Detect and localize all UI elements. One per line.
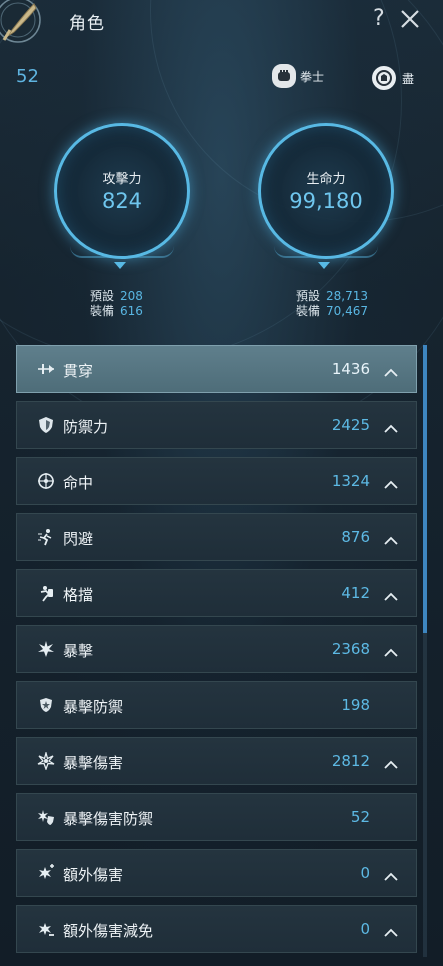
stat-value: 0 xyxy=(360,920,370,938)
realm-info: 盡 xyxy=(372,66,414,90)
stat-value: 2368 xyxy=(331,640,370,658)
stat-value: 876 xyxy=(341,528,370,546)
chevron-up-icon[interactable] xyxy=(384,363,398,377)
stat-name: 貫穿 xyxy=(63,362,94,380)
scrollbar-thumb[interactable] xyxy=(423,345,427,633)
stat-row[interactable]: 貫穿 1436 xyxy=(16,345,417,393)
stat-value: 1324 xyxy=(331,472,370,490)
health-label: 生命力 xyxy=(306,172,346,187)
chevron-up-icon[interactable] xyxy=(384,755,398,769)
health-circle: 生命力 99,180 xyxy=(258,123,394,259)
stat-value: 198 xyxy=(341,696,370,714)
stat-name: 暴擊 xyxy=(63,642,94,660)
stat-name: 防禦力 xyxy=(63,418,109,436)
attack-power-circle: 攻擊力 824 xyxy=(54,123,190,259)
critical-defense-icon xyxy=(37,696,55,714)
stat-value: 52 xyxy=(350,808,370,826)
attack-breakdown: 預設 208 裝備 616 xyxy=(90,289,143,319)
attack-base-label: 預設 xyxy=(90,289,115,303)
stat-name: 命中 xyxy=(63,474,94,492)
dodge-icon xyxy=(37,528,55,546)
chevron-up-icon[interactable] xyxy=(384,419,398,433)
close-icon[interactable] xyxy=(398,7,422,31)
chevron-up-icon[interactable] xyxy=(384,531,398,545)
character-level: 52 xyxy=(16,66,39,87)
window-title: 角色 xyxy=(69,14,105,34)
health-base-label: 預設 xyxy=(296,289,321,303)
health-circle-pointer xyxy=(318,262,330,269)
health-base-value: 28,713 xyxy=(326,289,369,303)
health-equip-value: 70,467 xyxy=(326,304,369,318)
block-icon xyxy=(37,584,55,602)
chevron-up-icon[interactable] xyxy=(384,923,398,937)
stat-row[interactable]: 額外傷害 0 xyxy=(16,849,417,897)
stat-name: 暴擊傷害防禦 xyxy=(63,810,154,828)
stat-name: 額外傷害減免 xyxy=(63,922,154,940)
fist-class-icon xyxy=(272,64,296,88)
realm-name: 盡 xyxy=(402,71,415,86)
stat-row[interactable]: 暴擊 2368 xyxy=(16,625,417,673)
stat-row[interactable]: 命中 1324 xyxy=(16,457,417,505)
attack-power-value: 824 xyxy=(101,189,143,213)
attack-equip-label: 裝備 xyxy=(90,304,115,318)
stat-value: 1436 xyxy=(331,360,370,378)
extra-damage-reduction-icon xyxy=(37,920,55,938)
attack-power-label: 攻擊力 xyxy=(102,172,142,187)
stat-row[interactable]: 額外傷害減免 0 xyxy=(16,905,417,953)
stat-value: 412 xyxy=(341,584,370,602)
attack-base-value: 208 xyxy=(120,289,143,303)
crosshair-icon xyxy=(37,472,55,490)
stat-row[interactable]: 暴擊傷害防禦 52 xyxy=(16,793,417,841)
character-window: 角色 ? 52 拳士 盡 攻擊力 824 預設 208 裝備 616 生命力 9… xyxy=(0,0,443,966)
stat-name: 閃避 xyxy=(63,530,94,548)
stat-row[interactable]: 防禦力 2425 xyxy=(16,401,417,449)
stat-value: 0 xyxy=(360,864,370,882)
critical-damage-icon xyxy=(37,750,55,771)
stat-row[interactable]: 暴擊傷害 2812 xyxy=(16,737,417,785)
stat-row[interactable]: 閃避 876 xyxy=(16,513,417,561)
extra-damage-icon xyxy=(37,864,55,882)
health-circle-base xyxy=(274,246,378,258)
stat-name: 格擋 xyxy=(63,586,94,604)
chevron-up-icon[interactable] xyxy=(384,643,398,657)
header-bar: 角色 ? xyxy=(0,0,443,44)
attack-equip-value: 616 xyxy=(120,304,143,318)
stat-name: 額外傷害 xyxy=(63,866,124,884)
stat-list-scrollbar[interactable] xyxy=(423,345,427,957)
stat-name: 暴擊傷害 xyxy=(63,754,124,772)
chevron-up-icon[interactable] xyxy=(384,587,398,601)
health-equip-label: 裝備 xyxy=(296,304,321,318)
stat-list: 貫穿 1436 防禦力 2425 命中 1324 閃避 876 格擋 412 暴擊 2368 暴擊防禦 1… xyxy=(16,345,417,961)
health-value: 99,180 xyxy=(289,189,363,213)
chevron-up-icon[interactable] xyxy=(384,475,398,489)
help-button[interactable]: ? xyxy=(373,6,385,31)
stat-row[interactable]: 格擋 412 xyxy=(16,569,417,617)
attack-circle-pointer xyxy=(114,262,126,269)
class-info: 拳士 xyxy=(272,64,324,88)
class-name: 拳士 xyxy=(300,69,325,84)
stat-value: 2812 xyxy=(331,752,370,770)
realm-icon xyxy=(372,66,396,90)
attack-circle-base xyxy=(70,246,174,258)
stat-row[interactable]: 暴擊防禦 198 xyxy=(16,681,417,729)
chevron-up-icon[interactable] xyxy=(384,867,398,881)
pierce-icon xyxy=(37,360,55,378)
stat-name: 暴擊防禦 xyxy=(63,698,124,716)
stat-value: 2425 xyxy=(331,416,370,434)
shield-icon xyxy=(37,416,55,434)
weapon-emblem-icon xyxy=(0,0,41,43)
health-breakdown: 預設 28,713 裝備 70,467 xyxy=(296,289,368,319)
critical-damage-defense-icon xyxy=(37,808,55,826)
critical-icon xyxy=(37,640,55,658)
